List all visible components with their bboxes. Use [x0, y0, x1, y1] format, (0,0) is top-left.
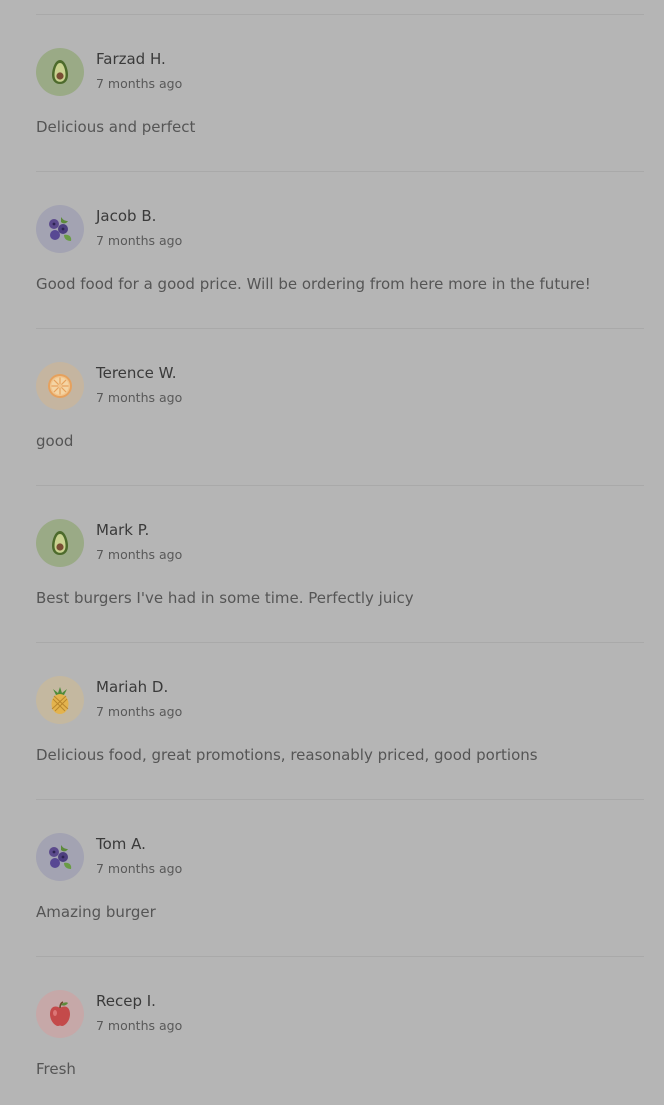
- reviewer-name: Recep I.: [96, 992, 156, 1010]
- reviewer-name: Mark P.: [96, 521, 150, 539]
- review-item: Farzad H. 7 months ago Delicious and per…: [36, 15, 644, 172]
- review-comment: Good food for a good price. Will be orde…: [36, 275, 591, 293]
- avatar: [36, 990, 84, 1038]
- review-item: Recep I. 7 months ago Fresh: [36, 957, 644, 1105]
- reviews-list: Farzad H. 7 months ago Delicious and per…: [0, 0, 664, 1105]
- review-comment: Best burgers I've had in some time. Perf…: [36, 589, 414, 607]
- review-item: Tom A. 7 months ago Amazing burger: [36, 800, 644, 957]
- review-timestamp: 7 months ago: [96, 861, 183, 876]
- review-item: Mariah D. 7 months ago Delicious food, g…: [36, 643, 644, 800]
- avatar: [36, 362, 84, 410]
- review-timestamp: 7 months ago: [96, 547, 183, 562]
- reviewer-name: Terence W.: [96, 364, 177, 382]
- avocado-icon: [45, 528, 75, 558]
- avocado-icon: [45, 57, 75, 87]
- review-item: Mark P. 7 months ago Best burgers I've h…: [36, 486, 644, 643]
- review-comment: Fresh: [36, 1060, 76, 1078]
- review-timestamp: 7 months ago: [96, 233, 183, 248]
- reviewer-name: Farzad H.: [96, 50, 166, 68]
- pineapple-icon: [45, 685, 75, 715]
- reviewer-name: Mariah D.: [96, 678, 169, 696]
- review-comment: Delicious and perfect: [36, 118, 196, 136]
- avatar: [36, 48, 84, 96]
- review-timestamp: 7 months ago: [96, 390, 183, 405]
- avatar: [36, 676, 84, 724]
- review-item: Terence W. 7 months ago good: [36, 329, 644, 486]
- reviewer-name: Tom A.: [96, 835, 146, 853]
- avatar: [36, 519, 84, 567]
- review-timestamp: 7 months ago: [96, 76, 183, 91]
- review-comment: Delicious food, great promotions, reason…: [36, 746, 538, 764]
- orange-slice-icon: [45, 371, 75, 401]
- apple-icon: [45, 999, 75, 1029]
- avatar: [36, 833, 84, 881]
- review-comment: Amazing burger: [36, 903, 156, 921]
- review-item: Jacob B. 7 months ago Good food for a go…: [36, 172, 644, 329]
- reviewer-name: Jacob B.: [96, 207, 157, 225]
- blueberry-icon: [45, 214, 75, 244]
- blueberry-icon: [45, 842, 75, 872]
- review-comment: good: [36, 432, 74, 450]
- review-timestamp: 7 months ago: [96, 1018, 183, 1033]
- avatar: [36, 205, 84, 253]
- review-timestamp: 7 months ago: [96, 704, 183, 719]
